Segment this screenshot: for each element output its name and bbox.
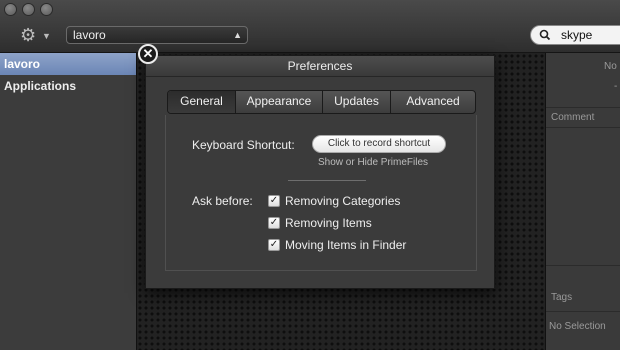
record-shortcut-button[interactable]: Click to record shortcut xyxy=(312,135,446,153)
comment-label: Comment xyxy=(551,112,595,123)
info-no-text: No xyxy=(604,61,617,72)
divider xyxy=(546,107,620,108)
minimize-window-button[interactable] xyxy=(22,3,35,16)
moving-items-label: Moving Items in Finder xyxy=(285,238,407,252)
close-window-button[interactable] xyxy=(4,3,17,16)
info-panel: No - Comment Tags No Selection xyxy=(545,53,620,350)
ask-before-label: Ask before: xyxy=(192,194,253,208)
tab-appearance[interactable]: Appearance xyxy=(236,91,323,113)
preferences-panel: Preferences General Appearance Updates A… xyxy=(145,55,495,289)
divider xyxy=(546,265,620,266)
sidebar-item-label: Applications xyxy=(4,79,77,93)
magnifier-icon xyxy=(539,26,551,49)
collection-popup-value: lavoro xyxy=(73,28,106,42)
preferences-title: Preferences xyxy=(146,56,494,77)
tab-general[interactable]: General xyxy=(168,91,236,113)
section-divider xyxy=(288,180,366,181)
collection-popup[interactable]: lavoro ▲ xyxy=(66,26,248,44)
tab-updates[interactable]: Updates xyxy=(323,91,391,113)
sidebar-item-label: lavoro xyxy=(4,57,41,71)
sidebar-item-applications[interactable]: Applications xyxy=(0,75,136,97)
close-preferences-button[interactable]: ✕ xyxy=(138,44,158,64)
tags-label: Tags xyxy=(551,292,573,303)
no-selection-label: No Selection xyxy=(549,321,606,332)
sidebar-item-lavoro[interactable]: lavoro xyxy=(0,53,136,75)
info-dash: - xyxy=(614,81,618,92)
moving-items-checkbox[interactable]: ✓ xyxy=(268,239,280,251)
sidebar: lavoro Applications xyxy=(0,53,137,350)
shortcut-hint: Show or Hide PrimeFiles xyxy=(318,157,429,168)
divider xyxy=(546,127,620,128)
keyboard-shortcut-label: Keyboard Shortcut: xyxy=(192,138,295,152)
zoom-window-button[interactable] xyxy=(40,3,53,16)
toolbar: ⚙ ▼ lavoro ▲ skype xyxy=(0,0,620,53)
removing-items-label: Removing Items xyxy=(285,216,372,230)
action-menu-button[interactable]: ⚙ ▼ xyxy=(20,25,54,45)
search-field[interactable]: skype xyxy=(530,25,620,45)
removing-items-checkbox[interactable]: ✓ xyxy=(268,217,280,229)
tab-advanced[interactable]: Advanced xyxy=(391,91,475,113)
up-down-arrows-icon: ▲ xyxy=(233,30,242,40)
preferences-tabs: General Appearance Updates Advanced xyxy=(167,90,476,114)
chevron-down-icon: ▼ xyxy=(42,31,51,41)
search-value: skype xyxy=(561,28,593,42)
removing-categories-label: Removing Categories xyxy=(285,194,401,208)
removing-categories-checkbox[interactable]: ✓ xyxy=(268,195,280,207)
gear-icon: ⚙ xyxy=(20,25,37,45)
close-icon: ✕ xyxy=(142,46,154,61)
divider xyxy=(546,311,620,312)
